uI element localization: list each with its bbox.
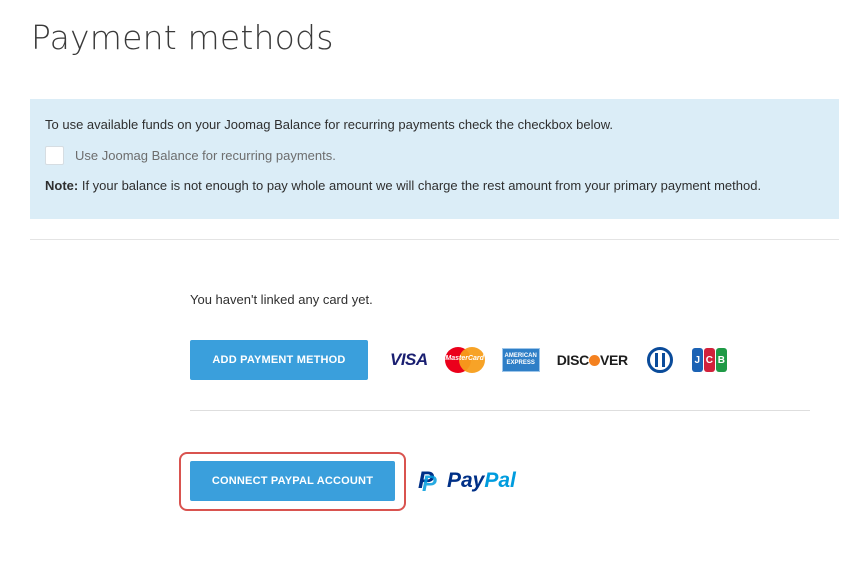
mastercard-icon: MasterCard: [444, 347, 485, 373]
diners-club-icon: [645, 347, 675, 373]
use-balance-checkbox-label[interactable]: Use Joomag Balance for recurring payment…: [75, 148, 336, 163]
paypal-wordmark: PayPal: [447, 469, 516, 493]
balance-intro-text: To use available funds on your Joomag Ba…: [45, 117, 613, 132]
paypal-icon: P P: [418, 469, 438, 496]
visa-icon: VISA: [390, 350, 428, 369]
paypal-icon-letter-light: P: [422, 471, 437, 496]
discover-icon-text-b: VER: [599, 352, 628, 368]
paypal-wordmark-pal: Pal: [484, 469, 516, 492]
jcb-icon: J C B: [691, 348, 728, 372]
section-divider: [30, 239, 839, 240]
accepted-cards-logos: VISA MasterCard AMERICAN EXPRESS DISC VER…: [390, 346, 745, 374]
mastercard-icon-text: MasterCard: [445, 355, 484, 362]
discover-icon: DISC VER: [557, 352, 628, 368]
paypal-wordmark-pay: Pay: [447, 469, 485, 492]
jcb-icon-b: B: [715, 348, 727, 372]
note-label: Note:: [45, 178, 79, 193]
use-balance-checkbox[interactable]: [45, 146, 64, 165]
cards-paypal-divider: [190, 410, 810, 411]
amex-icon-line1: AMERICAN: [504, 353, 537, 359]
balance-note: Note: If your balance is not enough to p…: [45, 178, 824, 193]
balance-checkbox-row[interactable]: Use Joomag Balance for recurring payment…: [45, 146, 824, 165]
amex-icon-line2: EXPRESS: [506, 360, 535, 366]
jcb-icon-c: C: [703, 348, 715, 372]
paypal-logo: P P PayPal: [418, 469, 516, 496]
note-text: If your balance is not enough to pay who…: [78, 178, 762, 193]
connect-paypal-button[interactable]: CONNECT PAYPAL ACCOUNT: [190, 461, 395, 501]
discover-icon-text-a: DISC: [556, 352, 590, 368]
add-payment-method-button[interactable]: ADD PAYMENT METHOD: [190, 340, 368, 380]
amex-icon: AMERICAN EXPRESS: [501, 348, 540, 372]
page-title: Payment methods: [31, 18, 334, 57]
balance-info-box: To use available funds on your Joomag Ba…: [30, 99, 839, 219]
jcb-icon-j: J: [691, 348, 703, 372]
no-card-message: You haven't linked any card yet.: [190, 292, 373, 307]
